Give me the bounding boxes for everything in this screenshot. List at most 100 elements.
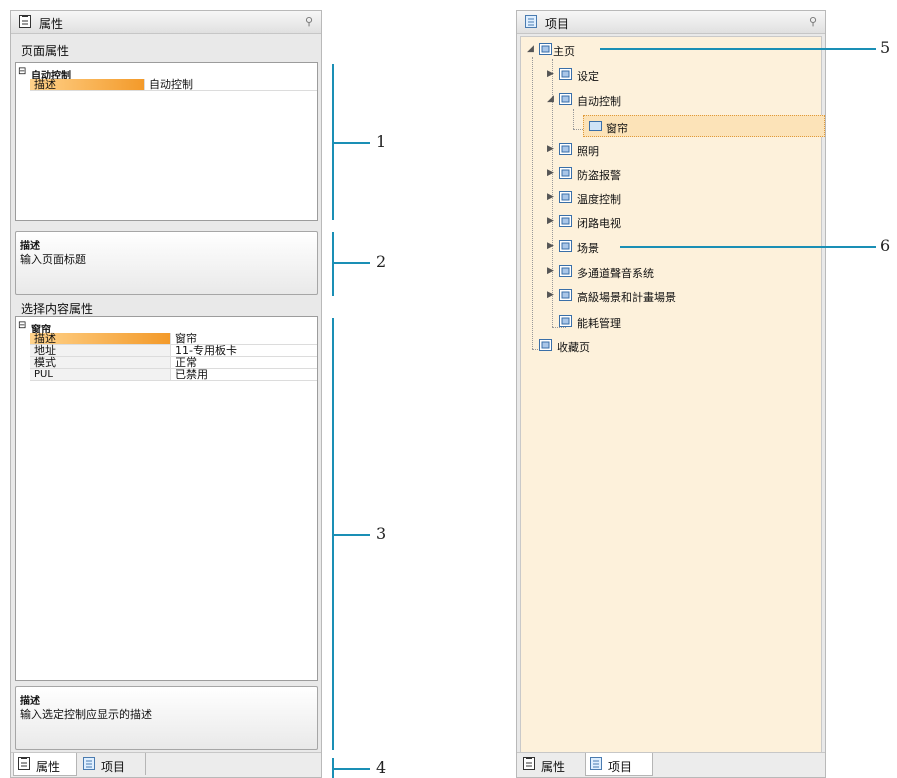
control-icon (589, 121, 602, 131)
collapsed-arrow-icon[interactable]: ▶ (547, 266, 554, 276)
page-icon (559, 265, 572, 277)
tree-node-favorites[interactable]: 收藏页 (527, 337, 687, 355)
tree-node-label: 能耗管理 (577, 317, 621, 330)
properties-title: 属性 (39, 17, 64, 31)
collapsed-arrow-icon[interactable]: ▶ (547, 241, 554, 251)
content-property-grid[interactable]: ⊟ 窗帘 描述 窗帘 地址 11-专用板卡 模式 正常 PUL 已禁用 (15, 316, 318, 681)
tab-label: 属性 (36, 760, 61, 774)
tree-node-label: 主页 (553, 45, 575, 58)
tree-node-label: 收藏页 (557, 341, 590, 354)
page-icon (559, 315, 572, 327)
tree-node-advanced-scenes[interactable]: ▶ 高級場景和計畫場景 (547, 287, 757, 305)
content-description-box: 描述 输入选定控制应显示的描述 (15, 686, 318, 750)
callout-number-6: 6 (880, 236, 891, 255)
panel-tab-bar: 属性 项目 (517, 752, 825, 777)
expanded-arrow-icon[interactable]: ◢ (527, 44, 534, 54)
tree-node-cctv[interactable]: ▶ 闭路电视 (547, 213, 707, 231)
property-row[interactable]: PUL 已禁用 (16, 369, 317, 381)
page-icon (559, 143, 572, 155)
callout-number-1: 1 (376, 132, 387, 151)
project-panel: 项目 ⚲ ◢ 主页 ▶ 设定 ◢ 自动控制 窗帘 ▶ 照明 ▶ 防盗报警 ▶ 温… (516, 10, 826, 778)
property-row[interactable]: 模式 正常 (16, 357, 317, 369)
tree-node-curtain-selected[interactable]: 窗帘 (583, 115, 825, 137)
callout-bracket-2 (332, 232, 334, 296)
property-name: PUL (30, 369, 170, 381)
collapsed-arrow-icon[interactable]: ▶ (547, 216, 554, 226)
property-row[interactable]: 地址 11-专用板卡 (16, 345, 317, 357)
tree-node-automation[interactable]: ◢ 自动控制 (547, 91, 707, 109)
tab-label: 属性 (541, 760, 566, 774)
tab-label: 项目 (608, 760, 633, 774)
tree-node-lighting[interactable]: ▶ 照明 (547, 141, 707, 159)
collapse-icon[interactable]: ⊟ (18, 320, 26, 331)
collapsed-arrow-icon[interactable]: ▶ (547, 144, 554, 154)
tree-node-label: 温度控制 (577, 193, 621, 206)
tree-node-label: 高級場景和計畫場景 (577, 291, 676, 304)
properties-icon (18, 757, 30, 770)
tab-label: 项目 (101, 760, 126, 774)
tree-node-label: 场景 (577, 242, 599, 255)
tree-node-label: 窗帘 (606, 122, 628, 135)
project-tree[interactable]: ◢ 主页 ▶ 设定 ◢ 自动控制 窗帘 ▶ 照明 ▶ 防盗报警 ▶ 温度控制 ▶… (520, 36, 825, 755)
property-row[interactable]: 描述 窗帘 (16, 333, 317, 345)
page-description-box: 描述 输入页面标题 (15, 231, 318, 295)
callout-leader-4 (332, 768, 370, 770)
page-icon (559, 240, 572, 252)
category-header[interactable]: ⊟ 窗帘 (16, 320, 317, 336)
callout-leader-2 (332, 262, 370, 264)
tree-node-label: 防盗报警 (577, 169, 621, 182)
page-icon (559, 191, 572, 203)
properties-titlebar: 属性 ⚲ (11, 11, 321, 34)
tree-node-label: 多通道聲音系统 (577, 267, 654, 280)
tree-node-label: 照明 (577, 145, 599, 158)
collapsed-arrow-icon[interactable]: ▶ (547, 168, 554, 178)
pin-icon[interactable]: ⚲ (809, 15, 817, 28)
collapsed-arrow-icon[interactable]: ▶ (547, 192, 554, 202)
property-value[interactable]: 已禁用 (170, 369, 317, 381)
tree-node-climate[interactable]: ▶ 温度控制 (547, 189, 707, 207)
description-title: 描述 (20, 241, 40, 252)
page-icon (539, 43, 552, 55)
pin-icon[interactable]: ⚲ (305, 15, 313, 28)
tree-node-label: 自动控制 (577, 95, 621, 108)
callout-leader-5 (600, 48, 876, 50)
collapsed-arrow-icon[interactable]: ▶ (547, 290, 554, 300)
callout-leader-3 (332, 534, 370, 536)
callout-number-5: 5 (880, 38, 891, 57)
properties-icon (523, 757, 535, 770)
project-icon (83, 757, 95, 770)
project-title: 项目 (545, 17, 570, 31)
panel-tab-bar: 属性 项目 (11, 752, 321, 777)
description-title: 描述 (20, 696, 40, 707)
callout-number-3: 3 (376, 524, 387, 543)
property-name: 模式 (30, 357, 170, 369)
tree-node-home[interactable]: ◢ 主页 (527, 41, 647, 59)
tree-connector (573, 109, 574, 129)
callout-leader-6 (620, 246, 876, 248)
description-text: 输入页面标题 (20, 253, 86, 266)
tab-project[interactable]: 项目 (79, 753, 146, 775)
tree-node-settings[interactable]: ▶ 设定 (547, 66, 707, 84)
tab-properties[interactable]: 属性 (519, 753, 581, 775)
callout-leader-1 (332, 142, 370, 144)
page-icon (559, 215, 572, 227)
project-titlebar: 项目 ⚲ (517, 11, 825, 34)
tree-node-security[interactable]: ▶ 防盗报警 (547, 165, 707, 183)
page-icon (559, 289, 572, 301)
project-icon (590, 757, 602, 770)
collapsed-arrow-icon[interactable]: ▶ (547, 69, 554, 79)
tab-properties[interactable]: 属性 (13, 753, 77, 776)
collapse-icon[interactable]: ⊟ (18, 66, 26, 77)
tree-node-label: 设定 (577, 70, 599, 83)
tree-node-energy[interactable]: 能耗管理 (547, 313, 707, 331)
page-icon (559, 167, 572, 179)
tree-node-multiroom-audio[interactable]: ▶ 多通道聲音系统 (547, 263, 737, 281)
tab-project[interactable]: 项目 (585, 753, 653, 776)
tree-connector (532, 57, 533, 349)
page-property-grid[interactable]: ⊟ 自动控制 描述 自动控制 (15, 62, 318, 221)
property-row[interactable]: 描述 自动控制 (16, 79, 317, 91)
property-value[interactable]: 自动控制 (144, 79, 317, 91)
description-text: 输入选定控制应显示的描述 (20, 708, 152, 721)
expanded-arrow-icon[interactable]: ◢ (547, 94, 554, 104)
properties-panel: 属性 ⚲ 页面属性 ⊟ 自动控制 描述 自动控制 描述 输入页面标题 选择内容属… (10, 10, 322, 778)
